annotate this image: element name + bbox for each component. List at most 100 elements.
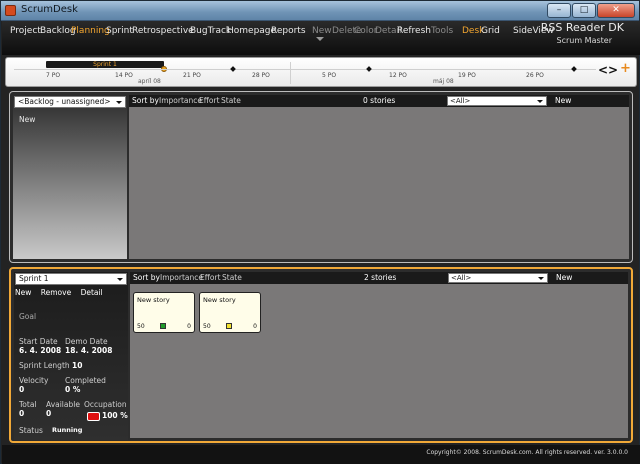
sprint-selector[interactable]: Sprint 1 bbox=[15, 273, 127, 285]
story-title: New story bbox=[137, 296, 170, 304]
nav-retrospective[interactable]: Retrospective bbox=[132, 26, 194, 36]
close-button[interactable]: ✕ bbox=[597, 3, 635, 18]
main-toolbar: Project Backlog Planning Sprint Retrospe… bbox=[2, 21, 640, 55]
demo-date-value: 18. 4. 2008 bbox=[65, 346, 113, 355]
timeline-tick: 7 PO bbox=[46, 72, 61, 79]
sort-by-label: Sort by bbox=[133, 273, 160, 282]
copyright-text: Copyright© 2008. ScrumDesk.com. All righ… bbox=[426, 449, 628, 456]
timeline-axis bbox=[14, 69, 596, 70]
filter-dropdown[interactable]: <All> bbox=[448, 273, 548, 283]
sort-state[interactable]: State bbox=[222, 273, 242, 282]
timeline-sprint-bar[interactable]: Sprint 1 bbox=[46, 61, 164, 68]
nav-bugtrack[interactable]: BugTrack bbox=[190, 26, 231, 36]
milestone-icon[interactable] bbox=[366, 66, 372, 72]
app-logo-icon bbox=[5, 5, 16, 16]
total-label: Total bbox=[19, 400, 37, 409]
sprint-board-header: Sort by Importance Effort State 2 storie… bbox=[130, 272, 628, 284]
status-value: Running bbox=[52, 426, 83, 434]
total-value: 0 bbox=[19, 409, 25, 418]
nav-homepage[interactable]: Homepage bbox=[227, 26, 276, 36]
sprint-timeline[interactable]: Sprint 1 7 PO 14 PO 21 PO 28 PO 5 PO 12 … bbox=[5, 57, 637, 87]
backlog-panel: <Backlog - unassigned> New Sort by Impor… bbox=[9, 91, 633, 263]
story-title: New story bbox=[203, 296, 236, 304]
timeline-tick: 21 PO bbox=[183, 72, 201, 79]
sort-effort[interactable]: Effort bbox=[199, 96, 220, 105]
story-count: 2 stories bbox=[364, 273, 397, 282]
timeline-tick: 28 PO bbox=[252, 72, 270, 79]
occupation-alert-icon bbox=[87, 412, 100, 421]
nav-reports[interactable]: Reports bbox=[271, 26, 306, 36]
nav-planning[interactable]: Planning bbox=[71, 26, 110, 36]
sort-state[interactable]: State bbox=[221, 96, 241, 105]
timeline-month: apríl 08 bbox=[138, 78, 161, 85]
milestone-icon[interactable] bbox=[230, 66, 236, 72]
demo-date-label: Demo Date bbox=[65, 337, 108, 346]
user-role: Scrum Master bbox=[556, 36, 613, 45]
velocity-label: Velocity bbox=[19, 376, 49, 385]
filter-value: <All> bbox=[450, 97, 471, 105]
action-refresh[interactable]: Refresh bbox=[397, 26, 431, 36]
timeline-prev-button[interactable]: < bbox=[598, 63, 608, 77]
filter-value: <All> bbox=[451, 274, 472, 282]
window-title: ScrumDesk bbox=[21, 4, 78, 15]
story-card[interactable]: New story 50 0 bbox=[133, 292, 195, 333]
backlog-selector[interactable]: <Backlog - unassigned> bbox=[14, 96, 126, 108]
chevron-down-icon[interactable] bbox=[316, 37, 324, 41]
velocity-value: 0 bbox=[19, 385, 25, 394]
minimize-button[interactable]: – bbox=[547, 3, 571, 18]
milestone-icon[interactable] bbox=[571, 66, 577, 72]
sort-importance[interactable]: Importance bbox=[159, 96, 202, 105]
completed-label: Completed bbox=[65, 376, 106, 385]
title-bar[interactable]: ScrumDesk – □ ✕ bbox=[1, 1, 639, 21]
sprint-goal-label: Goal bbox=[19, 312, 37, 321]
action-new[interactable]: New bbox=[312, 26, 332, 36]
status-bar: Copyright© 2008. ScrumDesk.com. All righ… bbox=[2, 445, 640, 464]
story-state-icon bbox=[160, 323, 166, 329]
sprint-length-label: Sprint Length bbox=[19, 361, 70, 370]
story-remaining: 0 bbox=[253, 323, 257, 330]
chevron-down-icon bbox=[117, 278, 123, 281]
action-tools[interactable]: Tools bbox=[431, 26, 453, 36]
filter-dropdown[interactable]: <All> bbox=[447, 96, 547, 106]
app-window: ScrumDesk – □ ✕ Project Backlog Planning… bbox=[0, 0, 640, 464]
chevron-down-icon bbox=[538, 277, 544, 280]
timeline-month: máj 08 bbox=[433, 78, 454, 85]
sprint-story-board[interactable]: Sort by Importance Effort State 2 storie… bbox=[130, 272, 628, 438]
story-estimate: 50 bbox=[203, 323, 211, 330]
backlog-new-link[interactable]: New bbox=[19, 115, 35, 124]
nav-project[interactable]: Project bbox=[10, 26, 41, 36]
maximize-button[interactable]: □ bbox=[572, 3, 596, 18]
timeline-tick: 5 PO bbox=[322, 72, 337, 79]
sort-effort[interactable]: Effort bbox=[200, 273, 221, 282]
story-remaining: 0 bbox=[187, 323, 191, 330]
timeline-tick: 19 PO bbox=[458, 72, 476, 79]
timeline-next-button[interactable]: > bbox=[608, 63, 618, 77]
sprint-selector-value: Sprint 1 bbox=[19, 274, 49, 283]
available-value: 0 bbox=[46, 409, 52, 418]
sprint-detail-link[interactable]: Detail bbox=[81, 288, 103, 297]
action-grid[interactable]: Grid bbox=[481, 26, 500, 36]
story-card[interactable]: New story 50 0 bbox=[199, 292, 261, 333]
sprint-new-link[interactable]: New bbox=[15, 288, 31, 297]
backlog-story-board[interactable]: Sort by Importance Effort State 0 storie… bbox=[129, 95, 629, 259]
new-story-button[interactable]: New bbox=[555, 96, 571, 105]
timeline-tick: 26 PO bbox=[526, 72, 544, 79]
nav-sprint[interactable]: Sprint bbox=[106, 26, 133, 36]
timeline-add-icon[interactable]: + bbox=[620, 61, 631, 76]
occupation-label: Occupation bbox=[84, 400, 127, 409]
sort-importance[interactable]: Importance bbox=[160, 273, 203, 282]
sprint-length-value: 10 bbox=[72, 361, 83, 370]
timeline-tick: 14 PO bbox=[115, 72, 133, 79]
sprint-remove-link[interactable]: Remove bbox=[41, 288, 71, 297]
month-divider bbox=[290, 62, 291, 84]
start-date-value: 6. 4. 2008 bbox=[19, 346, 62, 355]
backlog-selector-value: <Backlog - unassigned> bbox=[18, 97, 111, 106]
action-color[interactable]: Color bbox=[354, 26, 378, 36]
chevron-down-icon bbox=[537, 100, 543, 103]
available-label: Available bbox=[46, 400, 80, 409]
story-count: 0 stories bbox=[363, 96, 396, 105]
timeline-tick: 12 PO bbox=[389, 72, 407, 79]
new-story-button[interactable]: New bbox=[556, 273, 572, 282]
occupation-value: 100 % bbox=[102, 411, 128, 420]
story-state-icon bbox=[226, 323, 232, 329]
